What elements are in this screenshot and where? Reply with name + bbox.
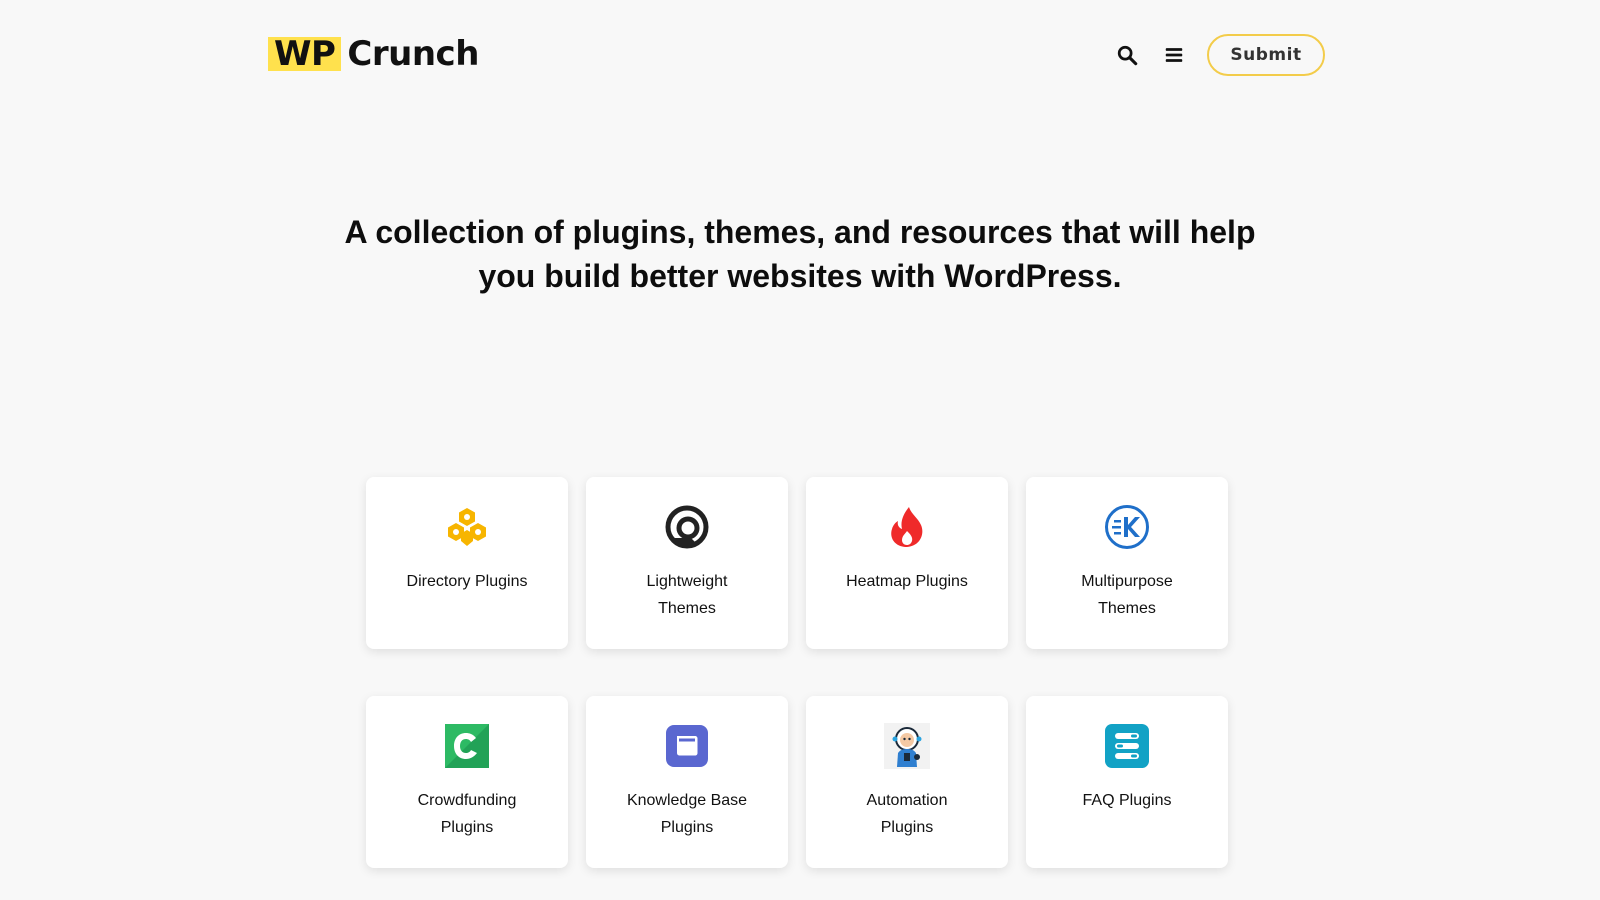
card-multipurpose-themes[interactable]: Multipurpose Themes [1026,477,1228,649]
card-label: Directory Plugins [406,573,528,590]
logo-prefix: WP [268,37,342,71]
card-label: Automation Plugins [866,792,948,836]
card-lightweight-themes[interactable]: Lightweight Themes [586,477,788,649]
card-directory-plugins[interactable]: Directory Plugins [366,477,568,649]
card-faq-plugins[interactable]: FAQ Plugins [1026,696,1228,868]
card-label: Knowledge Base Plugins [626,792,748,836]
multipurpose-icon [1105,505,1149,549]
card-label: Lightweight Themes [646,573,728,617]
submit-button[interactable]: Submit [1207,34,1325,76]
card-label: Multipurpose Themes [1081,573,1173,617]
astronaut-icon [884,723,930,769]
menu-icon[interactable] [1163,44,1185,66]
lightweight-icon [665,505,709,549]
faq-icon [1105,724,1149,768]
directory-icon [448,508,486,546]
card-label: Crowdfunding Plugins [417,792,517,836]
logo-name: Crunch [347,34,479,74]
card-crowdfunding-plugins[interactable]: Crowdfunding Plugins [366,696,568,868]
card-label: FAQ Plugins [1082,792,1172,809]
card-knowledge-base-plugins[interactable]: Knowledge Base Plugins [586,696,788,868]
search-icon[interactable] [1116,44,1138,66]
card-heatmap-plugins[interactable]: Heatmap Plugins [806,477,1008,649]
knowledge-base-icon [666,725,708,767]
hero-headline: A collection of plugins, themes, and res… [344,214,1256,294]
site-logo[interactable]: WP Crunch [268,37,479,71]
crowdfunding-icon [445,724,489,768]
page: WP Crunch Submit A collection of plugins… [0,0,1600,900]
category-grid: Directory Plugins Lightweight Themes Hea… [366,477,1230,868]
card-label: Heatmap Plugins [846,573,968,590]
flame-icon [891,507,923,547]
card-automation-plugins[interactable]: Automation Plugins [806,696,1008,868]
